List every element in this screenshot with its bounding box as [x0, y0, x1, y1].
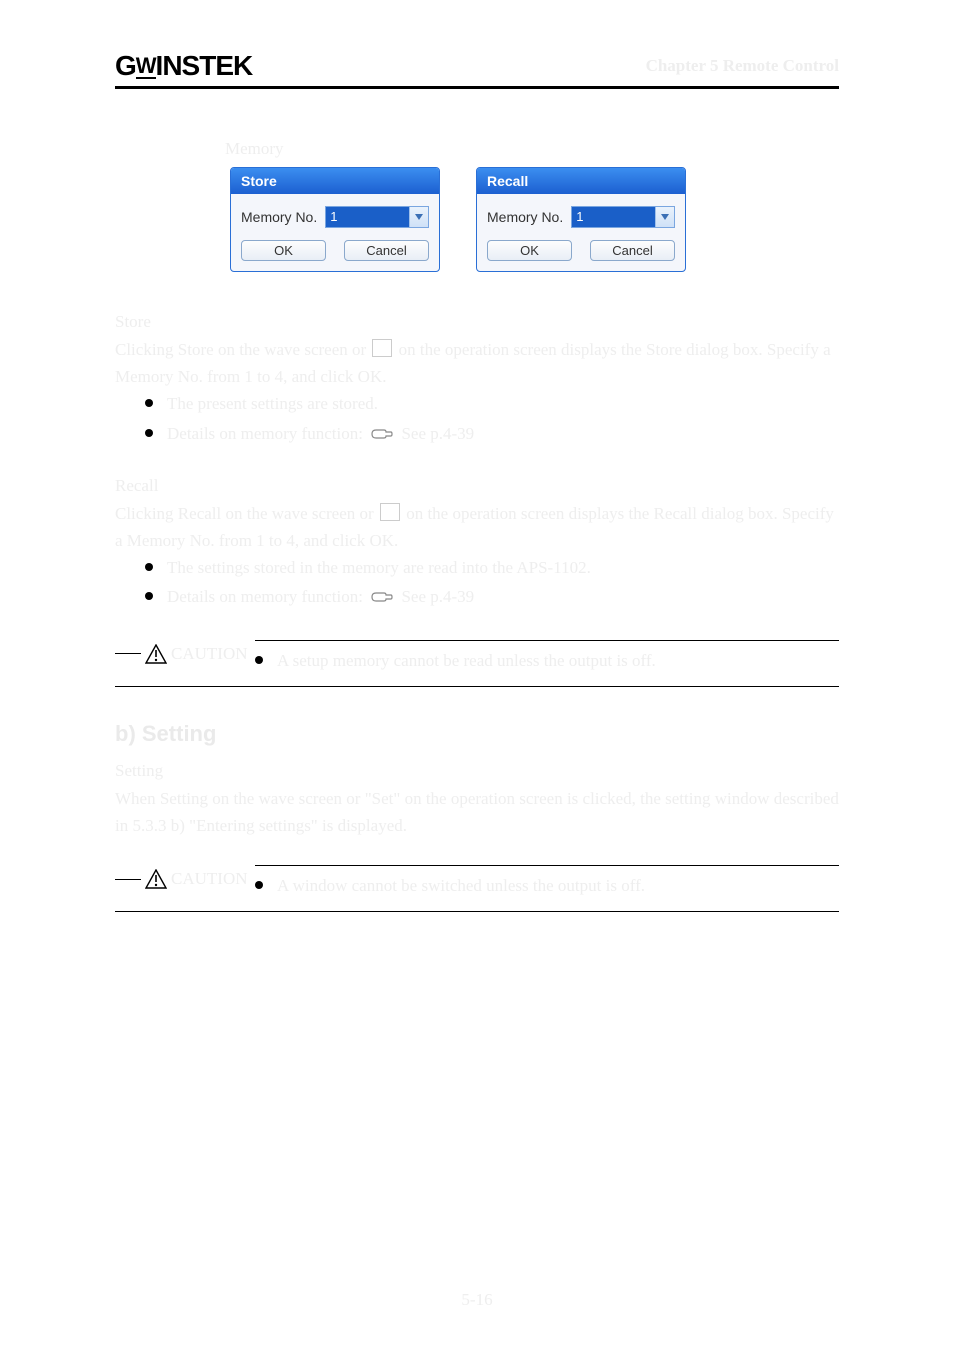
chevron-down-icon[interactable] [655, 207, 674, 227]
setting-label: Setting [115, 761, 225, 781]
recall-bullet-2: Details on memory function: See p.4-39 [145, 583, 839, 613]
store-ok-button[interactable]: OK [241, 240, 326, 261]
recall-dialog-title: Recall [477, 168, 685, 194]
recall-memory-select[interactable]: 1 [571, 206, 675, 228]
pointing-hand-icon [371, 423, 393, 450]
store-dialog-title: Store [231, 168, 439, 194]
store-cancel-button[interactable]: Cancel [344, 240, 429, 261]
recall-paragraph: Clicking Recall on the wave screen or on… [115, 500, 839, 554]
recall-bullet-1: The settings stored in the memory are re… [145, 554, 839, 581]
recall-ok-button[interactable]: OK [487, 240, 572, 261]
store-dialog: Store Memory No. 1 OK Cancel [230, 167, 440, 272]
caution-label: CAUTION [171, 869, 248, 889]
caution2-text: A window cannot be switched unless the o… [255, 872, 839, 899]
store-label: Store [115, 312, 225, 332]
store-memory-label: Memory No. [241, 209, 317, 225]
recall-label: Recall [115, 476, 225, 496]
pointing-hand-icon [371, 586, 393, 613]
store-bullet-1: The present settings are stored. [145, 390, 839, 417]
memory-heading: Memory [225, 139, 284, 159]
store-toolbar-icon [372, 339, 392, 357]
warning-triangle-icon [145, 644, 167, 664]
caution-label: CAUTION [171, 644, 248, 664]
recall-memory-label: Memory No. [487, 209, 563, 225]
store-paragraph: Clicking Store on the wave screen or on … [115, 336, 839, 390]
recall-toolbar-icon [380, 503, 400, 521]
setting-section-heading: b) Setting [115, 721, 839, 747]
recall-dialog: Recall Memory No. 1 OK Cancel [476, 167, 686, 272]
chapter-label: Chapter 5 Remote Control [646, 56, 839, 76]
caution-block-1: CAUTION A setup memory cannot be read un… [115, 640, 839, 676]
store-bullet-2: Details on memory function: See p.4-39 [145, 420, 839, 450]
caution1-text: A setup memory cannot be read unless the… [255, 647, 839, 674]
recall-memory-value: 1 [572, 207, 655, 227]
store-memory-select[interactable]: 1 [325, 206, 429, 228]
warning-triangle-icon [145, 869, 167, 889]
recall-cancel-button[interactable]: Cancel [590, 240, 675, 261]
store-memory-value: 1 [326, 207, 409, 227]
caution-block-2: CAUTION A window cannot be switched unle… [115, 865, 839, 901]
page-number: 5-16 [461, 1290, 492, 1310]
setting-paragraph: When Setting on the wave screen or "Set"… [115, 785, 839, 839]
chevron-down-icon[interactable] [409, 207, 428, 227]
